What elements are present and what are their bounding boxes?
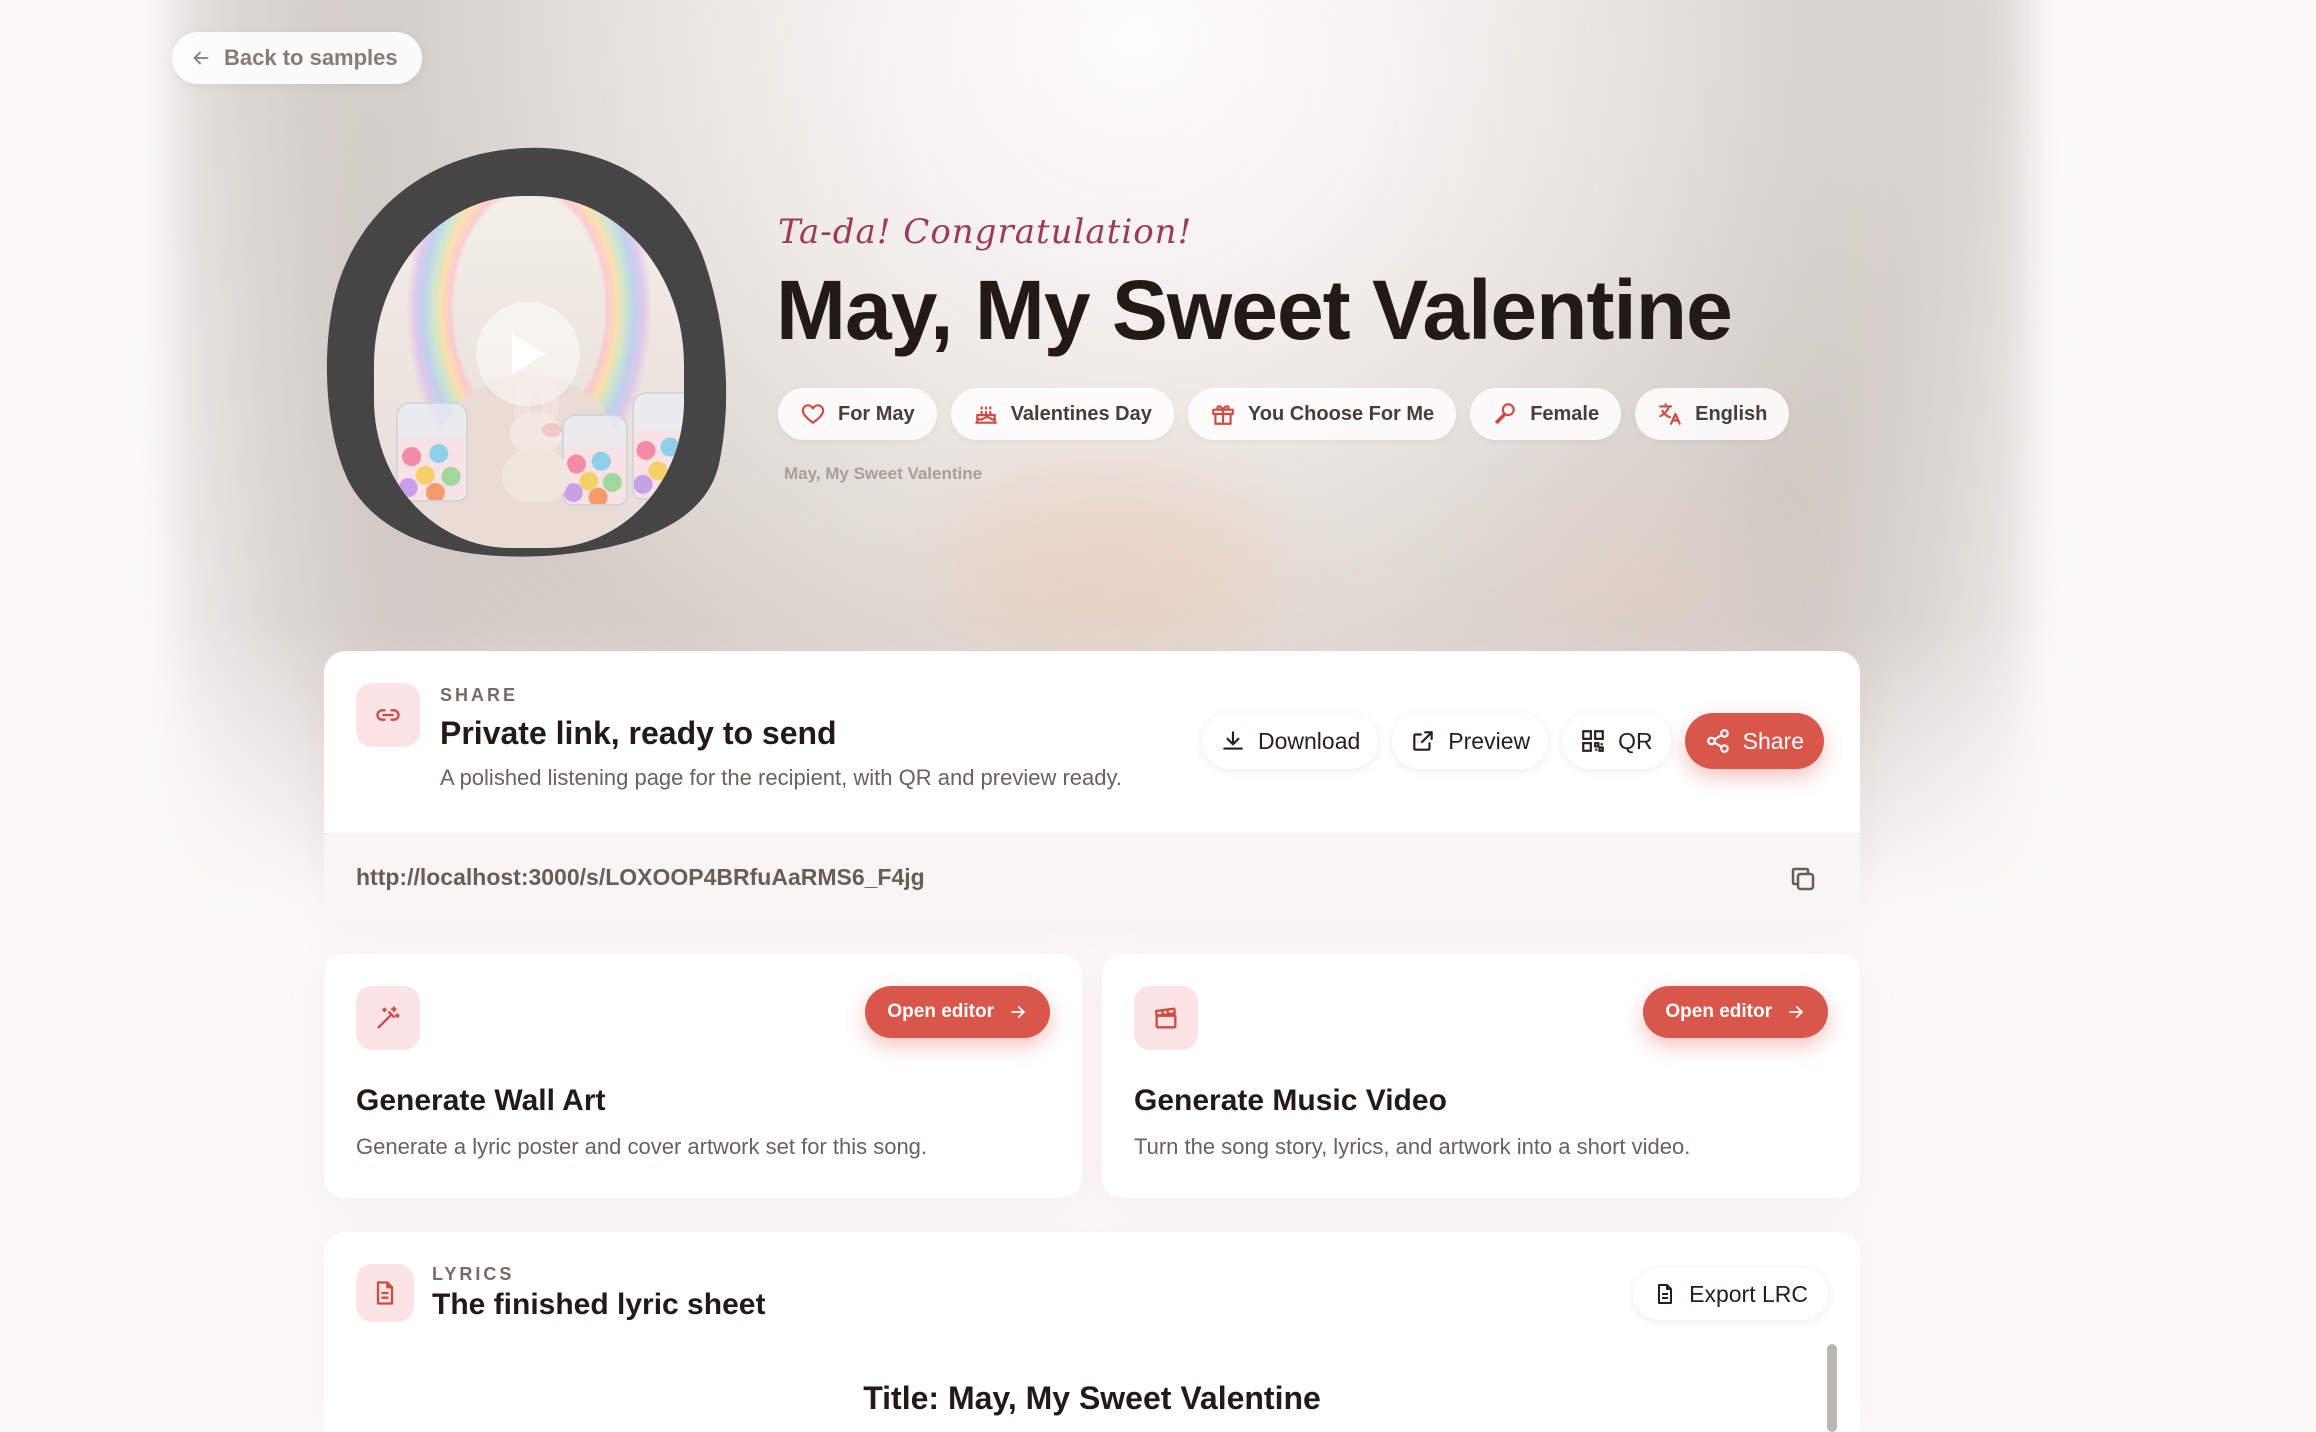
chip-style[interactable]: You Choose For Me [1187,388,1457,440]
chip-voice[interactable]: Female [1470,388,1622,440]
scrollbar-thumb[interactable] [1827,1344,1837,1432]
share-title: Private link, ready to send [440,715,837,751]
microphone-icon [1494,403,1515,425]
download-button[interactable]: Download [1202,713,1379,769]
lyric-line: Title: May, My Sweet Valentine [863,1380,1321,1416]
document-icon [1658,1284,1673,1304]
share-card: SHARE Private link, ready to send A poli… [324,651,1860,921]
song-subtitle: May, My Sweet Valentine [784,464,983,483]
song-title: May, My Sweet Valentine [776,263,1733,357]
chip-occasion[interactable]: Valentines Day [950,388,1174,440]
lyrics-card: LYRICS The finished lyric sheet Export L… [324,1232,1860,1432]
link-icon [376,709,400,721]
congratulation-text: Ta-da! Congratulation! [778,212,1193,252]
wall-art-open-editor-button[interactable]: Open editor [865,986,1050,1038]
lyrics-eyebrow: LYRICS [432,1264,515,1284]
share-url-bar: http://localhost:3000/s/LOXOOP4BRfuAaRMS… [324,833,1860,921]
wall-art-card: Open editor Generate Wall Art Generate a… [324,954,1082,1198]
document-icon [376,1281,394,1305]
arrow-right-icon [1011,1006,1025,1018]
music-video-card: Open editor Generate Music Video Turn th… [1102,954,1860,1198]
back-to-samples-button[interactable]: Back to samples [172,32,422,84]
heart-icon [801,404,825,424]
share-url[interactable]: http://localhost:3000/s/LOXOOP4BRfuAaRMS… [356,864,925,891]
download-icon [1223,731,1243,750]
share-eyebrow: SHARE [440,685,519,705]
wall-art-description: Generate a lyric poster and cover artwor… [356,1134,928,1159]
lyrics-title: The finished lyric sheet [432,1288,766,1321]
wall-art-icon-tile [356,986,420,1050]
external-link-icon [1413,731,1434,751]
cake-icon [974,406,997,424]
play-icon [512,334,546,374]
gift-icon [1212,405,1234,425]
qr-button[interactable]: QR [1562,713,1671,769]
translate-icon [1659,403,1681,425]
arrow-right-icon [1789,1006,1803,1018]
back-label: Back to samples [224,45,398,70]
music-video-title: Generate Music Video [1134,1084,1447,1117]
qr-code-icon [1582,730,1604,752]
share-button[interactable]: Share [1684,713,1824,769]
copy-icon[interactable] [1788,864,1818,894]
arrow-left-icon [193,51,209,65]
play-button[interactable] [476,302,580,406]
preview-button[interactable]: Preview [1392,713,1549,769]
link-icon-tile [356,683,420,747]
chip-recipient[interactable]: For May [778,388,937,440]
clapperboard-icon [1154,1007,1177,1029]
share-description: A polished listening page for the recipi… [440,765,1122,790]
song-tags: For May Valentines Day You Choose For Me… [778,388,1790,440]
magic-wand-icon [377,1006,400,1029]
wall-art-title: Generate Wall Art [356,1084,606,1117]
chip-language[interactable]: English [1635,388,1790,440]
share-actions: Download Preview QR Share [1202,713,1824,769]
share-icon [1706,729,1729,753]
export-lrc-button[interactable]: Export LRC [1633,1268,1828,1320]
lyrics-scrollbar[interactable] [1822,1340,1840,1432]
music-video-icon-tile [1134,986,1198,1050]
music-video-open-editor-button[interactable]: Open editor [1643,986,1828,1038]
music-video-description: Turn the song story, lyrics, and artwork… [1134,1134,1691,1159]
lyrics-icon-tile [356,1264,414,1322]
